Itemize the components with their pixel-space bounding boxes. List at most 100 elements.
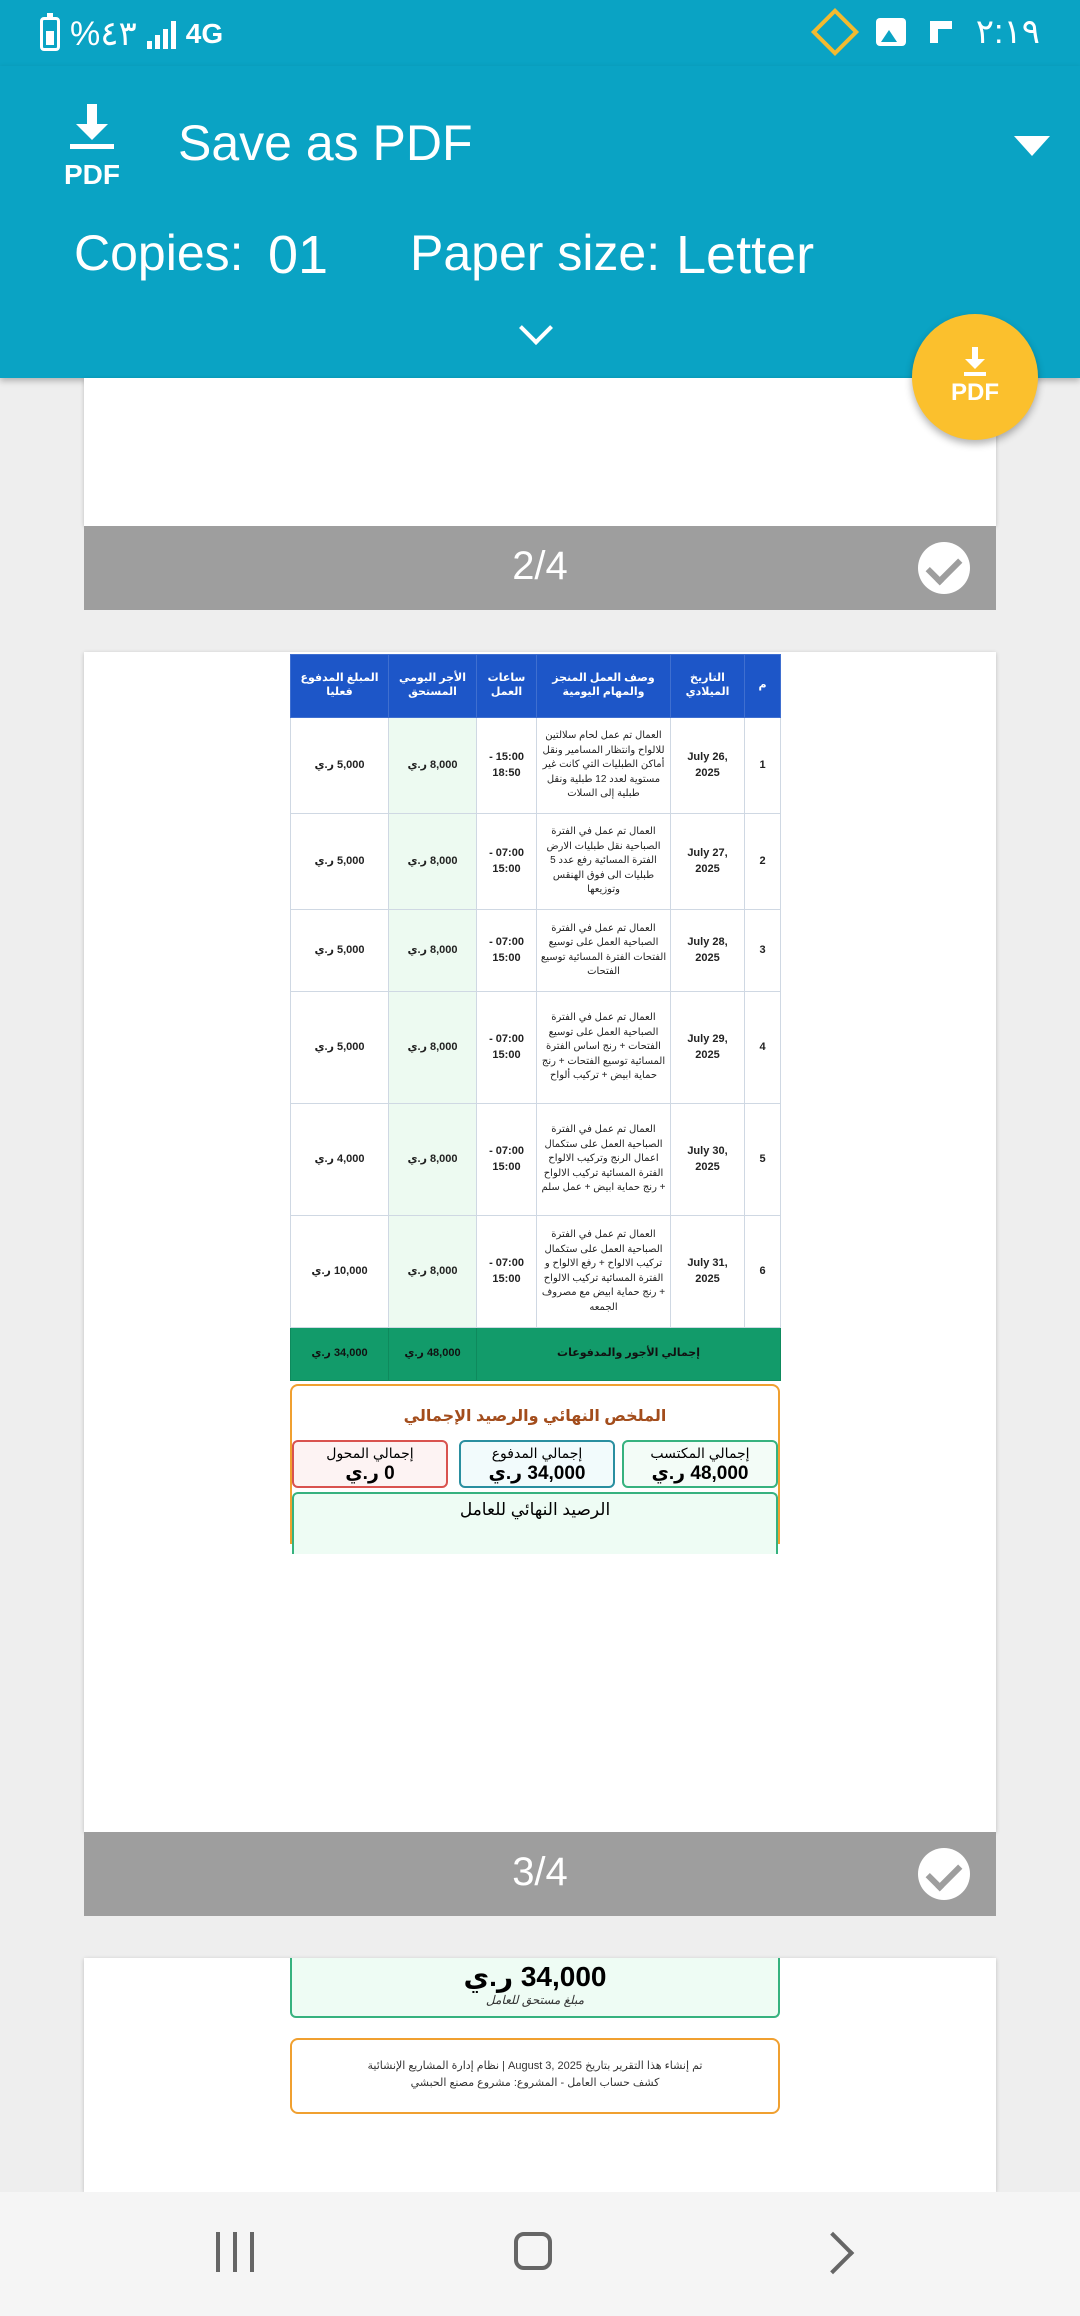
battery-icon: [40, 13, 60, 51]
page-indicator: 3/4: [512, 1850, 568, 1894]
row-hours: 07:00 - 15:00: [476, 1215, 537, 1328]
total-paid: 34,000 ر.ي: [290, 1327, 389, 1381]
row-wage: 8,000 ر.ي: [388, 1103, 477, 1216]
row-date: July 27, 2025: [670, 813, 745, 910]
pdf-icon-label: PDF: [64, 159, 120, 190]
dropdown-arrow-icon[interactable]: [1014, 136, 1050, 156]
row-hours: 15:00 - 18:50: [476, 717, 537, 814]
table-header-row: م التاريخ الميلادي وصف العمل المنجز والم…: [290, 654, 781, 718]
recent-apps-icon[interactable]: [216, 2232, 254, 2272]
page-3-footer: 3/4: [84, 1832, 996, 1916]
row-description: العمال تم عمل في الفترة الصباحية نقل طبل…: [536, 813, 671, 910]
paid-label: إجمالي المدفوع: [491, 1445, 583, 1461]
page-indicator: 2/4: [512, 544, 568, 588]
printer-select[interactable]: Save as PDF: [178, 114, 473, 172]
page-preview-2[interactable]: [84, 378, 996, 526]
row-number: 4: [744, 991, 781, 1104]
row-description: العمال تم عمل لحام سلالتين للالواح وانتظ…: [536, 717, 671, 814]
work-table: م التاريخ الميلادي وصف العمل المنجز والم…: [290, 654, 781, 1381]
row-hours: 07:00 - 15:00: [476, 813, 537, 910]
row-paid: 4,000 ر.ي: [290, 1103, 389, 1216]
row-description: العمال تم عمل في الفترة الصباحية العمل ع…: [536, 909, 671, 992]
image-icon: [875, 18, 906, 46]
table-row: 1 July 26, 2025 العمال تم عمل لحام سلالت…: [290, 717, 781, 814]
check-icon[interactable]: [918, 542, 970, 594]
row-wage: 8,000 ر.ي: [388, 909, 477, 992]
copies-value[interactable]: 01: [268, 224, 328, 286]
col-header: ساعات العمل: [476, 654, 537, 718]
col-header: التاريخ الميلادي: [670, 654, 745, 718]
final-balance-note: مبلغ مستحق للعامل: [485, 1993, 585, 2007]
final-balance-label: الرصيد النهائي للعامل: [459, 1500, 611, 1519]
row-number: 5: [744, 1103, 781, 1216]
notification-icon: [929, 21, 952, 43]
row-date: July 30, 2025: [670, 1103, 745, 1216]
row-paid: 5,000 ر.ي: [290, 813, 389, 910]
col-header: م: [744, 654, 781, 718]
home-icon[interactable]: [514, 2232, 552, 2270]
row-wage: 8,000 ر.ي: [388, 813, 477, 910]
download-icon: [964, 347, 986, 376]
report-footer-line2: كشف حساب العامل - المشروع: مشروع مصنع ال…: [410, 2076, 660, 2089]
total-earned-card: إجمالي المكتسب 48,000 ر.ي: [622, 1440, 778, 1488]
row-hours: 07:00 - 15:00: [476, 909, 537, 992]
final-summary: الملخص النهائي والرصيد الإجمالي إجمالي ا…: [290, 1384, 780, 1554]
row-number: 1: [744, 717, 781, 814]
col-header: المبلغ المدفوع فعليا: [290, 654, 389, 718]
clock: ٢:١٩: [975, 13, 1040, 51]
paper-size-value[interactable]: Letter: [676, 224, 814, 286]
report-footer-line1: تم إنشاء هذا التقرير بتاريخ August 3, 20…: [367, 2060, 703, 2072]
row-number: 2: [744, 813, 781, 910]
final-balance-value: 34,000 ر.ي: [463, 1961, 607, 1992]
table-row: 2 July 27, 2025 العمال تم عمل في الفترة …: [290, 813, 781, 910]
row-number: 3: [744, 909, 781, 992]
row-number: 6: [744, 1215, 781, 1328]
save-pdf-button[interactable]: PDF: [912, 314, 1038, 440]
row-paid: 5,000 ر.ي: [290, 717, 389, 814]
system-nav-bar: [0, 2192, 1080, 2316]
row-description: العمال تم عمل في الفترة الصباحية العمل ع…: [536, 991, 671, 1104]
row-description: العمال تم عمل في الفترة الصباحية العمل ع…: [536, 1215, 671, 1328]
paid-value: 34,000 ر.ي: [488, 1463, 586, 1484]
page-preview-4[interactable]: 34,000 ر.ي مبلغ مستحق للعامل تم إنشاء هذ…: [84, 1958, 996, 2192]
total-row: إجمالي الأجور والمدفوعات 48,000 ر.ي 34,0…: [290, 1327, 781, 1381]
page-preview-3[interactable]: م التاريخ الميلادي وصف العمل المنجز والم…: [84, 652, 996, 1832]
row-wage: 8,000 ر.ي: [388, 991, 477, 1104]
binance-icon: [810, 7, 859, 57]
row-date: July 29, 2025: [670, 991, 745, 1104]
print-header: PDF Save as PDF Copies: 01 Paper size: L…: [0, 66, 1080, 378]
back-icon[interactable]: [811, 2231, 855, 2275]
row-wage: 8,000 ر.ي: [388, 1215, 477, 1328]
expand-chevron-icon[interactable]: [519, 311, 553, 345]
battery-text: %٤٣: [70, 15, 137, 53]
earned-value: 48,000 ر.ي: [651, 1463, 749, 1484]
page-2-footer: 2/4: [84, 526, 996, 610]
total-wage: 48,000 ر.ي: [388, 1327, 477, 1381]
row-date: July 31, 2025: [670, 1215, 745, 1328]
pdf-download-icon: PDF: [56, 102, 128, 192]
final-balance-box: الرصيد النهائي للعامل: [292, 1492, 778, 1554]
row-date: July 28, 2025: [670, 909, 745, 992]
network-type: 4G: [185, 18, 224, 49]
report-footer: تم إنشاء هذا التقرير بتاريخ August 3, 20…: [290, 2038, 780, 2114]
table-row: 3 July 28, 2025 العمال تم عمل في الفترة …: [290, 909, 781, 992]
paper-size-label: Paper size:: [410, 225, 661, 281]
table-row: 5 July 30, 2025 العمال تم عمل في الفترة …: [290, 1103, 781, 1216]
row-paid: 5,000 ر.ي: [290, 991, 389, 1104]
copies-label: Copies:: [74, 225, 244, 281]
table-row: 6 July 31, 2025 العمال تم عمل في الفترة …: [290, 1215, 781, 1328]
row-description: العمال تم عمل في الفترة الصباحية العمل ع…: [536, 1103, 671, 1216]
row-hours: 07:00 - 15:00: [476, 991, 537, 1104]
total-label: إجمالي الأجور والمدفوعات: [476, 1327, 781, 1381]
fab-label: PDF: [951, 379, 999, 406]
row-date: July 26, 2025: [670, 717, 745, 814]
check-icon[interactable]: [918, 1848, 970, 1900]
transfer-label: إجمالي المحول: [326, 1445, 414, 1461]
total-transfer-card: إجمالي المحول 0 ر.ي: [292, 1440, 448, 1488]
col-header: وصف العمل المنجز والمهام اليومية: [536, 654, 671, 718]
total-paid-card: إجمالي المدفوع 34,000 ر.ي: [459, 1440, 615, 1488]
row-paid: 5,000 ر.ي: [290, 909, 389, 992]
final-balance-value-box: 34,000 ر.ي مبلغ مستحق للعامل: [290, 1958, 780, 2018]
table-row: 4 July 29, 2025 العمال تم عمل في الفترة …: [290, 991, 781, 1104]
earned-label: إجمالي المكتسب: [650, 1445, 750, 1461]
